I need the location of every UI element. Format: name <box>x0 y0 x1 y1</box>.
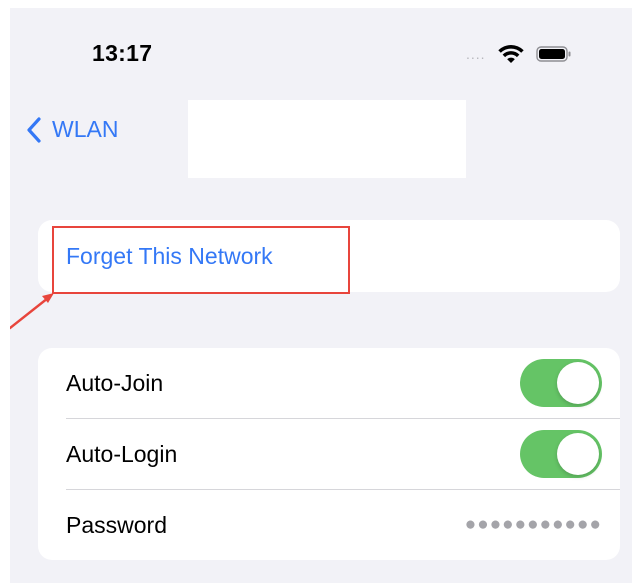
annotation-arrow-icon <box>10 293 54 330</box>
chevron-left-icon <box>27 116 41 143</box>
auto-join-label: Auto-Join <box>66 369 164 396</box>
settings-screen: 13:17 .... WLAN Forget This Network Auto… <box>10 8 632 583</box>
battery-icon <box>535 46 571 62</box>
password-row[interactable]: Password ●●●●●●●●●●● <box>38 490 620 560</box>
forget-network-group: Forget This Network <box>38 220 620 292</box>
auto-login-row: Auto-Login <box>38 419 620 489</box>
signal-dots: .... <box>466 46 486 62</box>
forget-network-button[interactable]: Forget This Network <box>52 230 348 282</box>
back-label: WLAN <box>52 116 119 142</box>
auto-join-toggle[interactable] <box>520 359 602 407</box>
auto-login-toggle[interactable] <box>520 430 602 478</box>
status-time: 13:17 <box>92 40 153 66</box>
auto-login-label: Auto-Login <box>66 440 178 467</box>
status-icons: .... <box>466 40 572 68</box>
toggle-knob <box>557 362 599 404</box>
auto-join-row: Auto-Join <box>38 348 620 418</box>
network-settings-group: Auto-Join Auto-Login Password ●●●●●●●●●●… <box>38 348 620 560</box>
toggle-knob <box>557 433 599 475</box>
password-label: Password <box>66 511 167 538</box>
redacted-network-name <box>188 100 466 178</box>
wifi-icon <box>497 45 524 63</box>
back-button[interactable]: WLAN <box>26 116 118 143</box>
password-value: ●●●●●●●●●●● <box>464 514 602 535</box>
